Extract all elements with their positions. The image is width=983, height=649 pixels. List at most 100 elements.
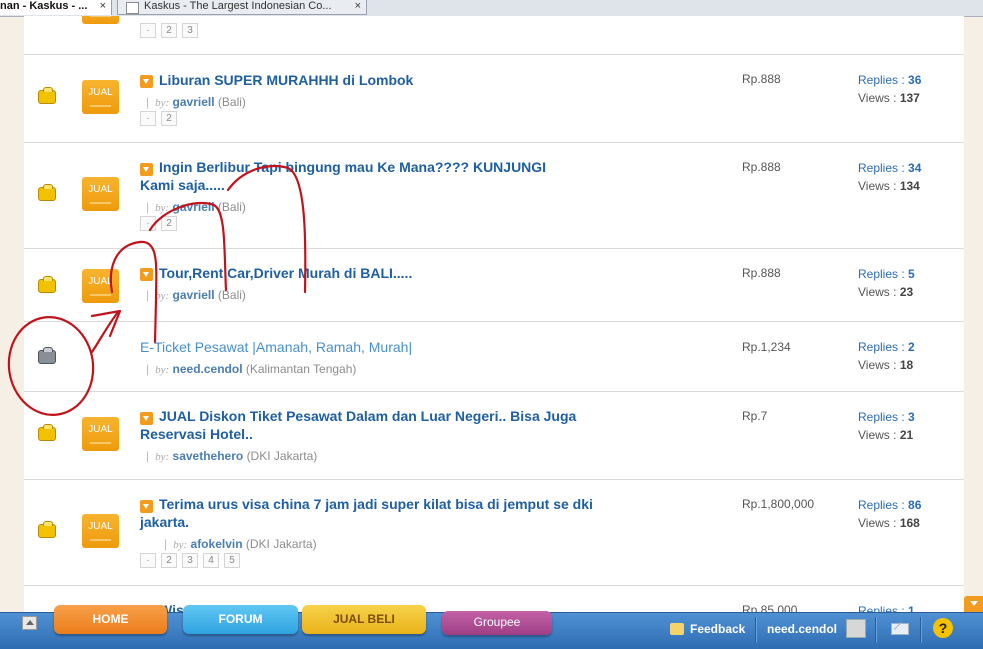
thread-price: Rp.1,800,000: [742, 497, 815, 511]
thread-stats: Replies : 36 Views : 137: [858, 71, 921, 107]
thread-title-link[interactable]: Tour,Rent Car,Driver Murah di BALI.....: [140, 264, 610, 282]
nav-home-button[interactable]: HOME: [54, 605, 167, 634]
author-link[interactable]: savethehero: [173, 449, 244, 463]
thread-title-link[interactable]: Terima urus visa china 7 jam jadi super …: [140, 495, 610, 531]
thread-title-link[interactable]: Liburan SUPER MURAHHH di Lombok: [140, 71, 610, 89]
replies-label: Replies :: [858, 340, 905, 354]
views-count: 21: [899, 428, 914, 442]
prefix-badge[interactable]: JUAL: [82, 80, 119, 114]
replies-count[interactable]: 2: [908, 340, 915, 354]
avatar[interactable]: [846, 619, 866, 638]
thread-meta: | by: afokelvin (DKI Jakarta): [164, 537, 317, 551]
author-location: (DKI Jakarta): [245, 537, 317, 551]
nav-groupee-button[interactable]: Groupee: [442, 611, 552, 635]
author-location: (Bali): [217, 200, 246, 214]
browser-tab-active[interactable]: nan - Kaskus - ... ×: [0, 0, 112, 15]
tab-close-icon[interactable]: ×: [100, 0, 106, 13]
thread-price: Rp.888: [742, 72, 781, 86]
views-label: Views :: [858, 179, 897, 193]
replies-label: Replies :: [858, 410, 905, 424]
thread-stats: Replies : 5 Views : 23: [858, 265, 915, 301]
page-link[interactable]: 2: [161, 553, 177, 568]
prefix-badge[interactable]: [82, 16, 119, 24]
views-count: 168: [899, 516, 920, 530]
thread-price: Rp.85,000: [742, 603, 798, 612]
username-link[interactable]: need.cendol: [767, 622, 837, 636]
thread-list: · 2 3 JUAL Liburan SUPER MURAHHH di Lombok…: [24, 16, 964, 612]
by-label: by:: [155, 97, 170, 109]
page-links: · 2 3 4 5: [140, 553, 245, 568]
replies-count[interactable]: 3: [908, 410, 915, 424]
page-link[interactable]: 2: [161, 23, 177, 38]
table-row: JUAL Terima urus visa china 7 jam jadi s…: [24, 480, 964, 586]
page-link[interactable]: 2: [161, 111, 177, 126]
replies-count[interactable]: 5: [908, 267, 915, 281]
bottom-nav-bar: HOME FORUM JUAL BELI Groupee Feedback ne…: [0, 605, 983, 649]
page-link[interactable]: 5: [224, 553, 240, 568]
feedback-icon[interactable]: [670, 623, 684, 635]
table-row: JUAL Ingin Berlibur Tapi bingung mau Ke …: [24, 143, 964, 249]
thread-status-icon: [38, 184, 56, 201]
page-link[interactable]: ·: [140, 553, 156, 568]
author-link[interactable]: gavriell: [173, 95, 215, 109]
thread-meta: | by: gavriell (Bali): [146, 288, 246, 302]
prefix-badge[interactable]: JUAL: [82, 177, 119, 211]
nav-divider: [875, 617, 877, 643]
author-link[interactable]: gavriell: [173, 200, 215, 214]
thread-stats: Replies : 3 Views : 21: [858, 408, 915, 444]
help-icon[interactable]: ?: [933, 618, 953, 638]
replies-label: Replies :: [858, 73, 905, 87]
thread-price: Rp.7: [742, 409, 768, 423]
nav-jual-beli-button[interactable]: JUAL BELI: [302, 605, 426, 634]
tab-title: nan - Kaskus - ...: [0, 0, 88, 12]
table-row: · 2 3: [24, 16, 964, 55]
replies-count[interactable]: 34: [908, 161, 921, 175]
page-link[interactable]: 3: [182, 553, 198, 568]
thread-title-link[interactable]: JUAL Diskon Tiket Pesawat Dalam dan Luar…: [140, 407, 610, 443]
prefix-badge[interactable]: JUAL: [82, 417, 119, 451]
thread-meta: | by: gavriell (Bali): [146, 200, 246, 214]
mail-icon[interactable]: [891, 623, 909, 635]
table-row: JUAL Tour,Rent Car,Driver Murah di BALI.…: [24, 249, 964, 322]
thread-status-icon: [38, 87, 56, 104]
table-row: JUAL JUAL Diskon Tiket Pesawat Dalam dan…: [24, 392, 964, 480]
page-link[interactable]: 4: [203, 553, 219, 568]
views-count: 137: [899, 91, 920, 105]
replies-count[interactable]: 36: [908, 73, 921, 87]
views-label: Views :: [858, 516, 897, 530]
thread-meta: | by: need.cendol (Kalimantan Tengah): [146, 362, 357, 376]
page-link[interactable]: ·: [140, 216, 156, 231]
tab-title: Kaskus - The Largest Indonesian Co...: [144, 0, 332, 12]
thread-title-link[interactable]: E-Ticket Pesawat |Amanah, Ramah, Murah|: [140, 338, 610, 356]
author-location: (Bali): [217, 288, 246, 302]
prefix-badge[interactable]: JUAL: [82, 269, 119, 303]
feedback-link[interactable]: Feedback: [690, 622, 745, 636]
tab-close-icon[interactable]: ×: [355, 0, 361, 13]
replies-label: Replies :: [858, 498, 905, 512]
table-row: JUAL Liburan SUPER MURAHHH di Lombok | by…: [24, 55, 964, 143]
author-link[interactable]: gavriell: [173, 288, 215, 302]
replies-count[interactable]: 86: [908, 498, 921, 512]
page-link[interactable]: ·: [140, 111, 156, 126]
thread-price: Rp.888: [742, 266, 781, 280]
thread-title-link[interactable]: Ingin Berlibur Tapi bingung mau Ke Mana?…: [140, 158, 580, 194]
views-label: Views :: [858, 285, 897, 299]
author-link[interactable]: afokelvin: [191, 537, 243, 551]
page-link[interactable]: 3: [182, 23, 198, 38]
replies-count[interactable]: 1: [908, 604, 915, 612]
browser-tab-kaskus[interactable]: Kaskus - The Largest Indonesian Co... ×: [117, 0, 367, 15]
thread-meta: | by: savethehero (DKI Jakarta): [146, 449, 318, 463]
thread-status-icon: [38, 424, 56, 441]
prefix-badge[interactable]: JUAL: [82, 514, 119, 548]
thread-price: Rp.1,234: [742, 340, 791, 354]
author-link[interactable]: need.cendol: [173, 362, 243, 376]
page-link[interactable]: ·: [140, 23, 156, 38]
views-count: 23: [899, 285, 914, 299]
thread-status-icon: [38, 276, 56, 293]
expand-tab-icon[interactable]: [964, 596, 983, 612]
page-link[interactable]: 2: [161, 216, 177, 231]
by-label: by:: [155, 290, 170, 302]
by-label: by:: [173, 539, 188, 551]
nav-forum-button[interactable]: FORUM: [183, 605, 298, 634]
scroll-up-icon[interactable]: [22, 616, 37, 630]
